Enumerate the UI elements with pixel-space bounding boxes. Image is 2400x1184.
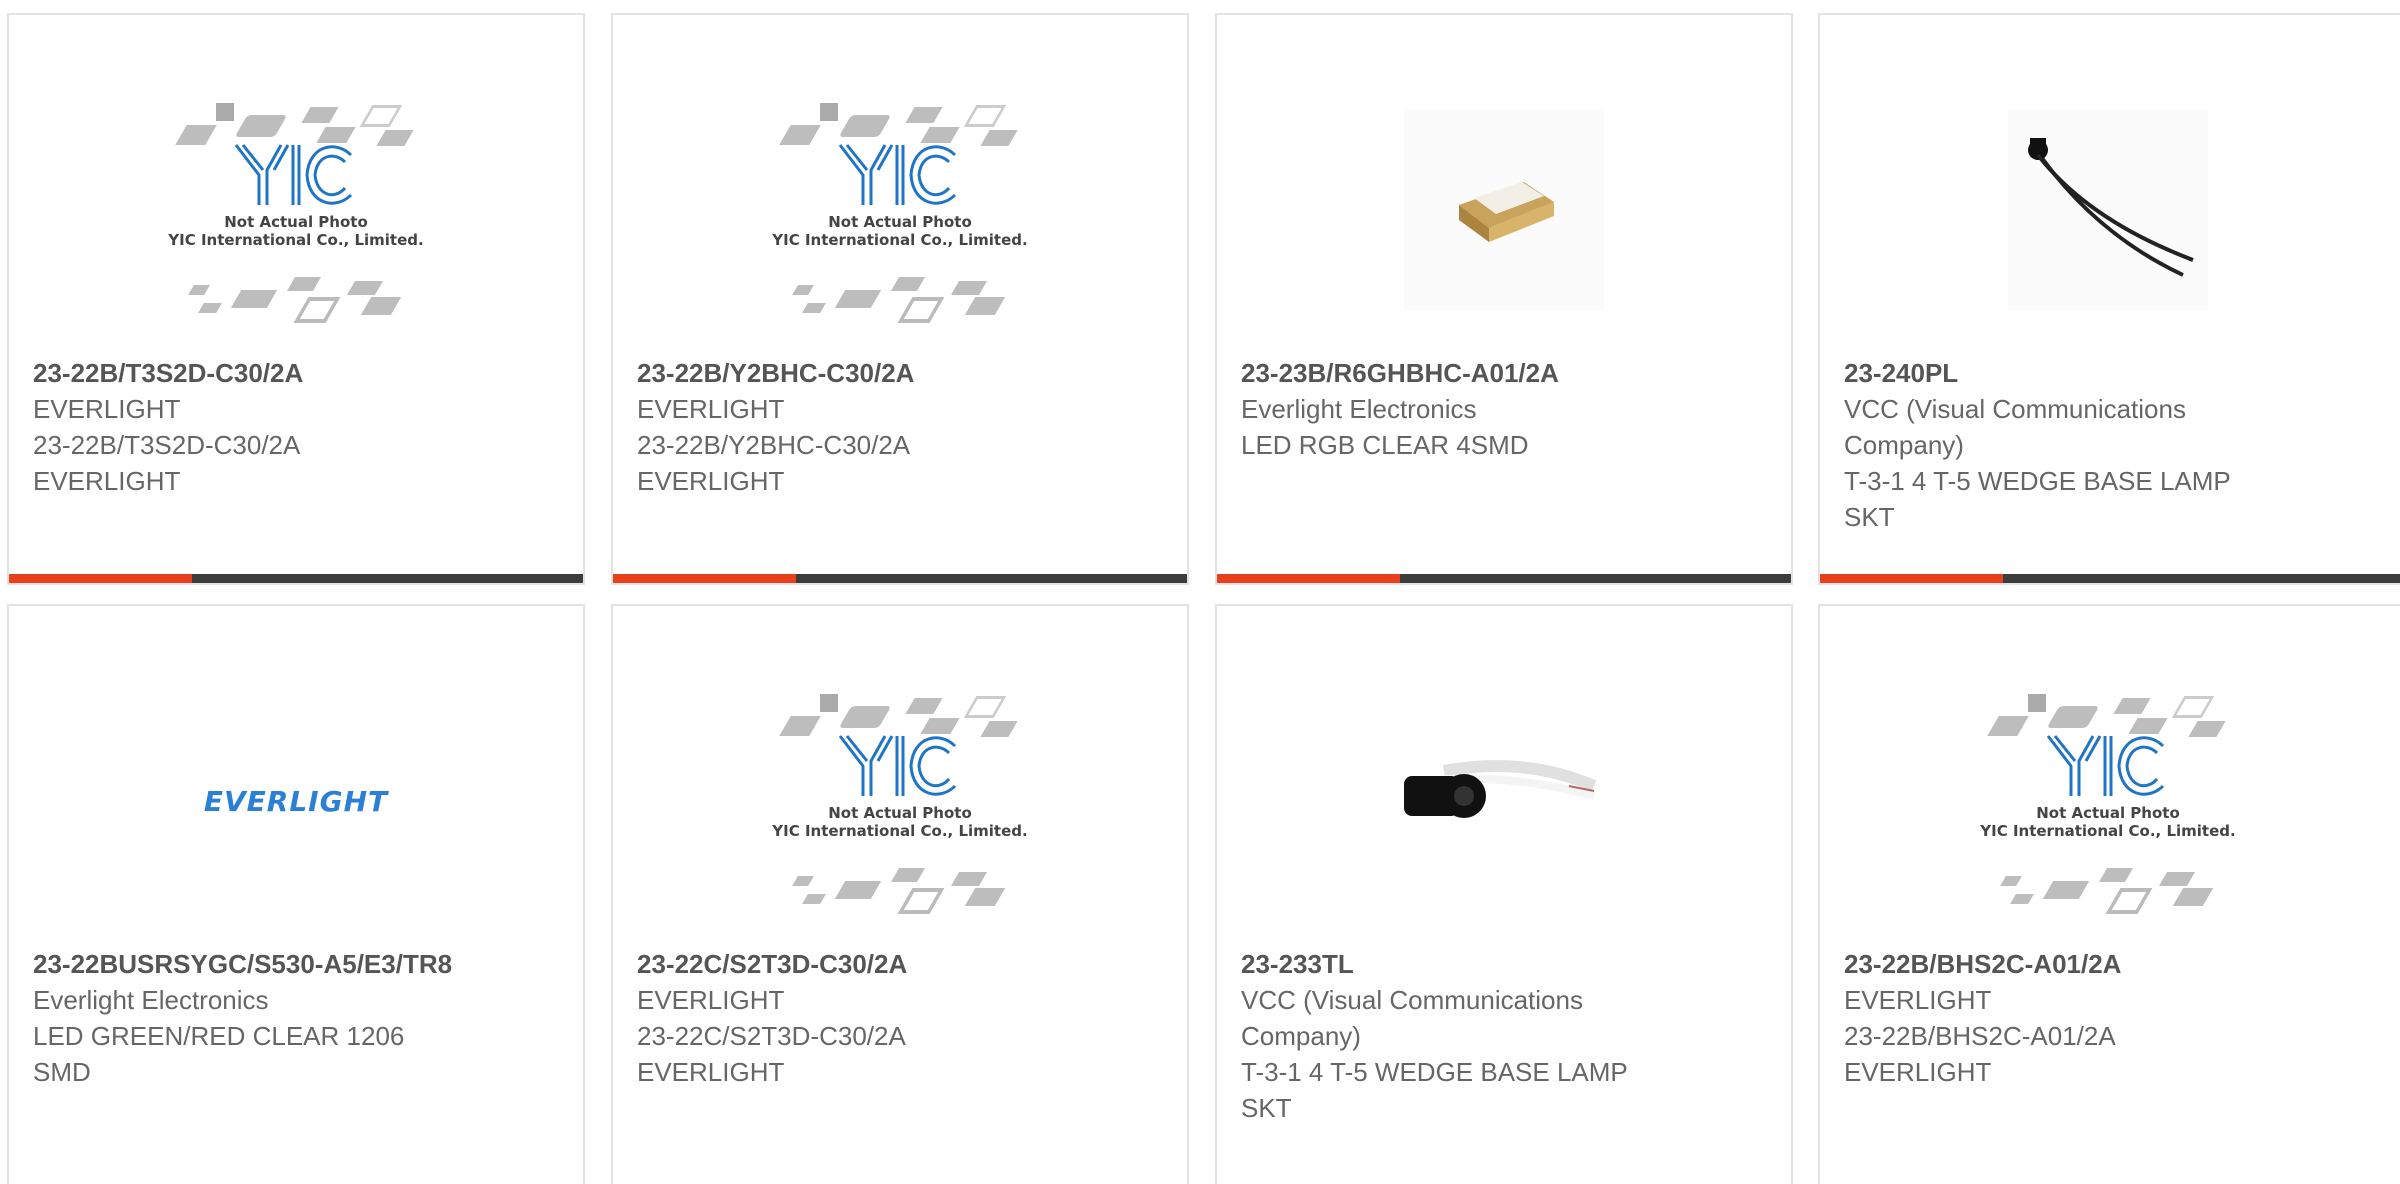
card-bar-accent — [1217, 574, 1400, 583]
card-line: 23-22B/BHS2C-A01/2A — [1844, 1021, 2116, 1051]
card-bottom-bar — [613, 574, 1187, 583]
card-line: EVERLIGHT — [1844, 985, 1992, 1015]
card-bar-accent — [1820, 574, 2003, 583]
product-card[interactable]: 23-23B/R6GHBHC-A01/2A Everlight Electron… — [1215, 13, 1793, 585]
card-bar-accent — [613, 574, 796, 583]
card-bottom-bar — [1217, 574, 1791, 583]
card-line: T-3-1 4 T-5 WEDGE BASE LAMP SKT — [1844, 466, 2231, 532]
placeholder-image: Not Actual Photo YIC International Co., … — [765, 676, 1035, 926]
placeholder-caption-line2: YIC International Co., Limited. — [168, 231, 424, 249]
product-image[interactable] — [1217, 65, 1791, 355]
card-line: T-3-1 4 T-5 WEDGE BASE LAMP SKT — [1241, 1057, 1628, 1123]
placeholder-caption-line2: YIC International Co., Limited. — [772, 231, 1028, 249]
placeholder-image: Not Actual Photo YIC International Co., … — [161, 85, 431, 335]
product-card[interactable]: Not Actual Photo YIC International Co., … — [611, 604, 1189, 1184]
card-line: LED GREEN/RED CLEAR 1206 SMD — [33, 1021, 405, 1087]
card-line: EVERLIGHT — [33, 394, 181, 424]
product-card[interactable]: 23-233TL VCC (Visual Communications Comp… — [1215, 604, 1793, 1184]
product-card[interactable]: Not Actual Photo YIC International Co., … — [1818, 604, 2400, 1184]
card-bottom-bar — [1820, 574, 2400, 583]
product-image[interactable] — [1217, 656, 1791, 946]
part-number[interactable]: 23-22B/T3S2D-C30/2A — [33, 355, 563, 391]
card-line: EVERLIGHT — [1844, 1057, 1992, 1087]
card-line: Everlight Electronics — [1241, 394, 1477, 424]
everlight-logo: EVERLIGHT — [203, 784, 389, 818]
placeholder-caption-line1: Not Actual Photo — [224, 213, 368, 231]
card-line: VCC (Visual Communications Company) — [1241, 985, 1583, 1051]
placeholder-caption-line2: YIC International Co., Limited. — [1980, 822, 2236, 840]
part-number[interactable]: 23-22B/Y2BHC-C30/2A — [637, 355, 1167, 391]
lamp-socket-photo — [1404, 701, 1604, 901]
card-line: 23-22C/S2T3D-C30/2A — [637, 1021, 906, 1051]
lamp-socket-photo — [2008, 110, 2208, 310]
product-image[interactable]: Not Actual Photo YIC International Co., … — [1820, 656, 2396, 946]
product-card[interactable]: EVERLIGHT 23-22BUSRSYGC/S530-A5/E3/TR8 E… — [7, 604, 585, 1184]
product-card[interactable]: Not Actual Photo YIC International Co., … — [7, 13, 585, 585]
part-number[interactable]: 23-240PL — [1844, 355, 2278, 391]
smd-led-photo — [1404, 110, 1604, 310]
placeholder-caption-line1: Not Actual Photo — [828, 804, 972, 822]
product-image[interactable]: Not Actual Photo YIC International Co., … — [9, 65, 583, 355]
product-image[interactable] — [1820, 65, 2396, 355]
card-line: VCC (Visual Communications Company) — [1844, 394, 2186, 460]
part-number[interactable]: 23-23B/R6GHBHC-A01/2A — [1241, 355, 1771, 391]
card-line: EVERLIGHT — [637, 985, 785, 1015]
card-line: 23-22B/Y2BHC-C30/2A — [637, 430, 911, 460]
product-image[interactable]: Not Actual Photo YIC International Co., … — [613, 65, 1187, 355]
placeholder-caption-line2: YIC International Co., Limited. — [772, 822, 1028, 840]
part-number[interactable]: 23-22C/S2T3D-C30/2A — [637, 946, 1167, 982]
placeholder-image: Not Actual Photo YIC International Co., … — [765, 85, 1035, 335]
part-number[interactable]: 23-233TL — [1241, 946, 1641, 982]
card-bottom-bar — [9, 574, 583, 583]
placeholder-image: Not Actual Photo YIC International Co., … — [1973, 676, 2243, 926]
card-line: LED RGB CLEAR 4SMD — [1241, 430, 1529, 460]
product-card[interactable]: 23-240PL VCC (Visual Communications Comp… — [1818, 13, 2400, 585]
card-line: EVERLIGHT — [33, 466, 181, 496]
placeholder-caption-line1: Not Actual Photo — [2036, 804, 2180, 822]
card-line: EVERLIGHT — [637, 466, 785, 496]
placeholder-caption-line1: Not Actual Photo — [828, 213, 972, 231]
product-card[interactable]: Not Actual Photo YIC International Co., … — [611, 13, 1189, 585]
part-number[interactable]: 23-22B/BHS2C-A01/2A — [1844, 946, 2398, 982]
product-image[interactable]: Not Actual Photo YIC International Co., … — [613, 656, 1187, 946]
product-image[interactable]: EVERLIGHT — [9, 656, 583, 946]
part-number[interactable]: 23-22BUSRSYGC/S530-A5/E3/TR8 — [33, 946, 563, 982]
card-line: Everlight Electronics — [33, 985, 269, 1015]
card-line: 23-22B/T3S2D-C30/2A — [33, 430, 301, 460]
card-bar-accent — [9, 574, 192, 583]
card-line: EVERLIGHT — [637, 394, 785, 424]
card-line: EVERLIGHT — [637, 1057, 785, 1087]
